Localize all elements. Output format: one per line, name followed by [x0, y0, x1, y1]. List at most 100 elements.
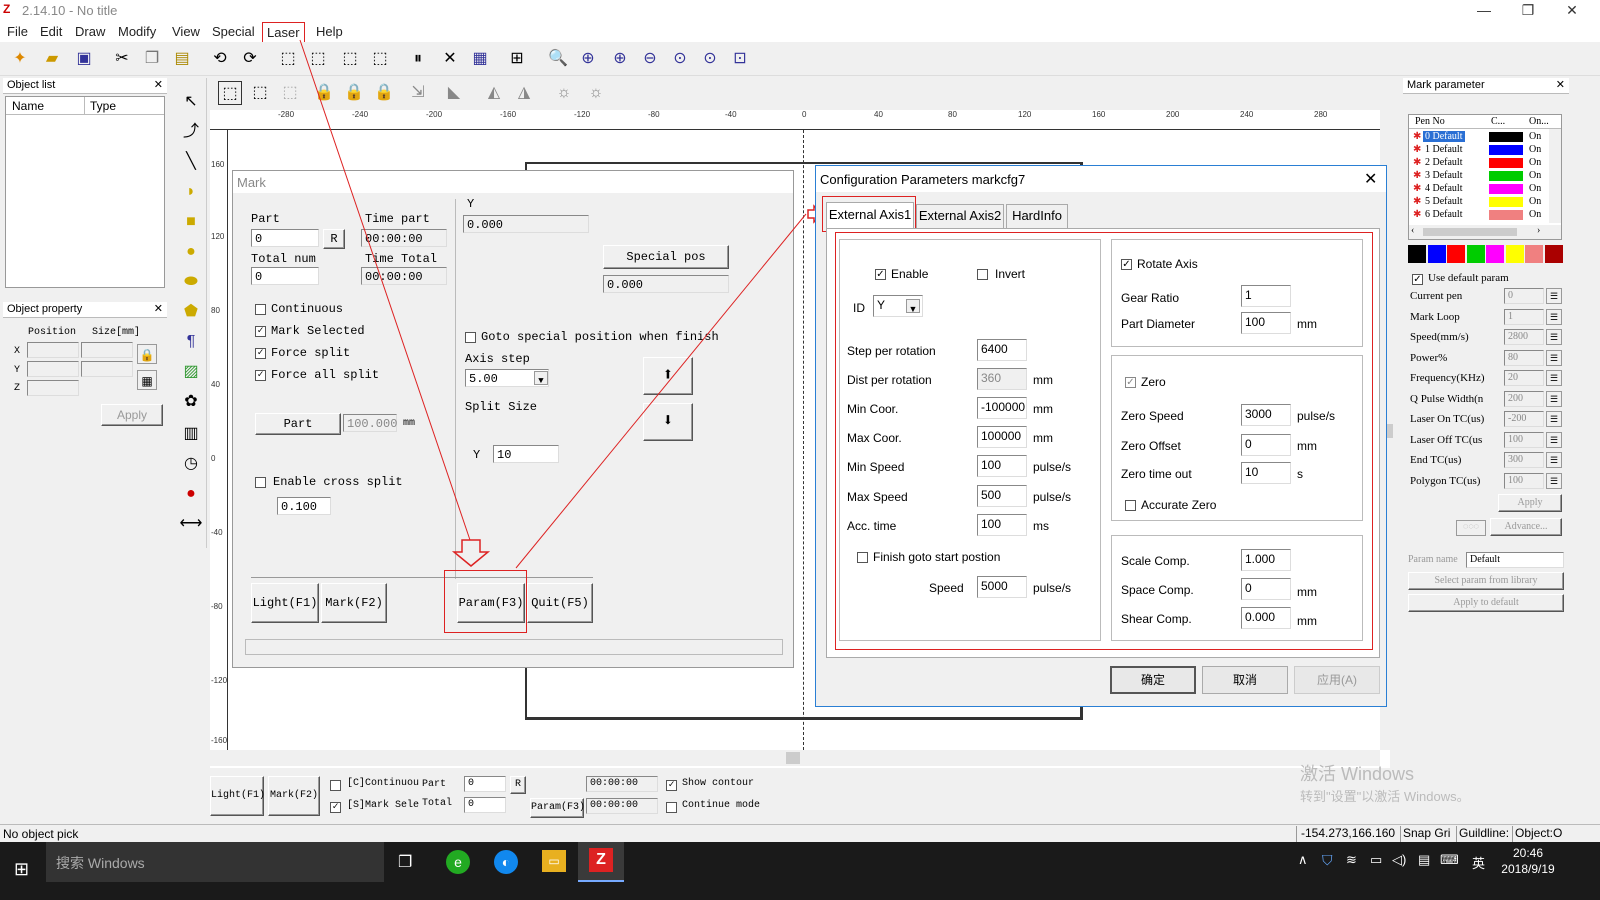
quit-button[interactable]: Quit(F5) [527, 583, 593, 623]
circle-icon[interactable]: ● [179, 240, 203, 264]
mark-button[interactable]: Mark(F2) [321, 583, 387, 623]
pen-list-hscroll[interactable]: ‹ › [1409, 225, 1561, 239]
object-list[interactable]: Name Type [5, 96, 165, 288]
force-split-checkbox[interactable]: ✓ [255, 348, 266, 359]
col-color[interactable]: C... [1491, 116, 1505, 127]
zoom-out-icon[interactable]: ⊖ [638, 47, 662, 71]
bottom-total-input[interactable]: 0 [464, 797, 506, 813]
step-per-rotation-input[interactable]: 6400 [977, 339, 1027, 361]
apply-default-button[interactable]: Apply to default [1408, 594, 1564, 612]
barcode-icon[interactable]: ▥ [179, 422, 203, 446]
node-pointer-icon[interactable]: ⤴ [179, 120, 203, 144]
accurate-zero-checkbox[interactable] [1125, 500, 1136, 511]
continue-mode-checkbox[interactable] [666, 802, 677, 813]
param-value[interactable]: 100 [1504, 431, 1544, 448]
color-swatch[interactable] [1525, 245, 1543, 263]
group-icon[interactable]: ⬚ [278, 81, 302, 105]
menu-edit[interactable]: Edit [40, 24, 62, 39]
split-y-input[interactable]: 10 [493, 445, 559, 463]
cross-split-input[interactable]: 0.100 [277, 497, 331, 515]
zero-speed-input[interactable]: 3000 [1241, 404, 1291, 426]
spin-icon[interactable]: ☰ [1546, 288, 1562, 304]
spin-icon[interactable]: ☰ [1546, 452, 1562, 468]
menu-laser[interactable]: Laser [262, 22, 305, 44]
security-icon[interactable]: ⛉ [1322, 852, 1333, 869]
color-swatch[interactable] [1466, 245, 1485, 263]
select-all-icon[interactable]: ⬚ [218, 81, 242, 105]
param-value[interactable]: 1 [1504, 308, 1544, 325]
extend-axis-icon[interactable]: ⟷ [179, 512, 203, 536]
browser-icon[interactable]: ◐ [494, 850, 518, 874]
bottom-light-button[interactable]: Light(F1) [210, 776, 265, 816]
pointer-icon[interactable]: ↖ [179, 90, 203, 114]
mirror-v-icon[interactable]: ◮ [512, 81, 536, 105]
open-icon[interactable]: ▰ [40, 47, 64, 71]
pen-row[interactable]: ✱ 6 Default On [1411, 209, 1561, 222]
windows-start-icon[interactable]: ⊞ [14, 860, 32, 878]
continuous-checkbox[interactable] [255, 304, 266, 315]
bottom-mark-button[interactable]: Mark(F2) [268, 776, 320, 816]
acc-time-input[interactable]: 100 [977, 514, 1027, 536]
action-center-icon[interactable]: ▤ [1418, 852, 1430, 868]
line-icon[interactable]: ╲ [179, 150, 203, 174]
cut-icon[interactable]: ✂ [110, 47, 134, 71]
invert-checkbox[interactable] [977, 269, 988, 280]
menu-special[interactable]: Special [212, 24, 255, 39]
zero-timeout-input[interactable]: 10 [1241, 462, 1291, 484]
cfg-part-diameter-input[interactable]: 100 [1241, 312, 1291, 334]
lock-all-icon[interactable]: 🔒 [372, 81, 396, 105]
undo-icon[interactable]: ⟲ [208, 47, 232, 71]
column-icon[interactable]: ⏸ [406, 47, 430, 71]
bottom-continuous-checkbox[interactable] [330, 780, 341, 791]
advance-button[interactable]: Advance... [1490, 518, 1562, 536]
spin-icon[interactable]: ☰ [1546, 370, 1562, 386]
pen-list-vscroll[interactable] [1549, 129, 1561, 223]
param-value[interactable]: 20 [1504, 370, 1544, 386]
minimize-button[interactable]: — [1462, 0, 1506, 22]
mark-selected-checkbox[interactable]: ✓ [255, 326, 266, 337]
color-swatch[interactable] [1427, 245, 1446, 263]
lock-ratio-icon[interactable]: 🔒 [137, 344, 157, 364]
object-list-close-icon[interactable]: ✕ [154, 78, 163, 93]
color-swatch[interactable] [1544, 245, 1563, 263]
id-chevron-down-icon[interactable]: ▼ [906, 299, 920, 314]
zero-offset-input[interactable]: 0 [1241, 434, 1291, 456]
redo-icon[interactable]: ⟳ [238, 47, 262, 71]
network-icon[interactable]: ≋ [1346, 852, 1357, 868]
lock-icon[interactable]: 🔒 [312, 81, 336, 105]
dist-per-rotation-input[interactable]: 360 [977, 368, 1027, 390]
zoom-selected-icon[interactable]: ⊙ [698, 47, 722, 71]
bottom-reset-button[interactable]: R [510, 776, 526, 794]
keyboard-icon[interactable]: ⌨ [1440, 852, 1459, 868]
spin-icon[interactable]: ☰ [1546, 411, 1562, 427]
bottom-param-button[interactable]: Param(F3) [530, 798, 585, 818]
io-icon[interactable]: ● [179, 482, 203, 506]
spin-icon[interactable]: ☰ [1546, 308, 1562, 325]
col-name[interactable]: Name [12, 99, 44, 113]
force-all-split-checkbox[interactable]: ✓ [255, 370, 266, 381]
show-contour-checkbox[interactable]: ✓ [666, 780, 677, 791]
spin-icon[interactable]: ☰ [1546, 329, 1562, 345]
col-on[interactable]: On... [1529, 116, 1549, 127]
mark-param-close-icon[interactable]: ✕ [1556, 78, 1565, 93]
param-name-input[interactable]: Default [1466, 552, 1564, 568]
pen-row[interactable]: ✱ 4 Default On [1411, 183, 1561, 196]
status-snap[interactable]: Snap Gri [1400, 826, 1450, 842]
max-speed-input[interactable]: 500 [977, 485, 1027, 507]
timer-icon[interactable]: ◷ [179, 452, 203, 476]
rectangle-icon[interactable]: ■ [179, 210, 203, 234]
node-icon[interactable]: ⬚ [306, 47, 330, 71]
select-icon[interactable]: ⬚ [248, 81, 272, 105]
param-value[interactable]: 300 [1504, 452, 1544, 468]
task-view-icon[interactable]: ❐ [398, 852, 418, 872]
select-library-button[interactable]: Select param from library [1408, 572, 1564, 590]
calc-icon[interactable]: ▦ [468, 47, 492, 71]
param-value[interactable]: 100 [1504, 472, 1544, 489]
vector-file-icon[interactable]: ✿ [179, 390, 203, 414]
tray-chevron-icon[interactable]: ∧ [1298, 852, 1308, 868]
space-comp-input[interactable]: 0 [1241, 578, 1291, 600]
spin-icon[interactable]: ☰ [1546, 431, 1562, 448]
pen-row[interactable]: ✱ 3 Default On [1411, 170, 1561, 183]
zoom-all-icon[interactable]: ⊙ [668, 47, 692, 71]
param-value[interactable]: 80 [1504, 349, 1544, 366]
